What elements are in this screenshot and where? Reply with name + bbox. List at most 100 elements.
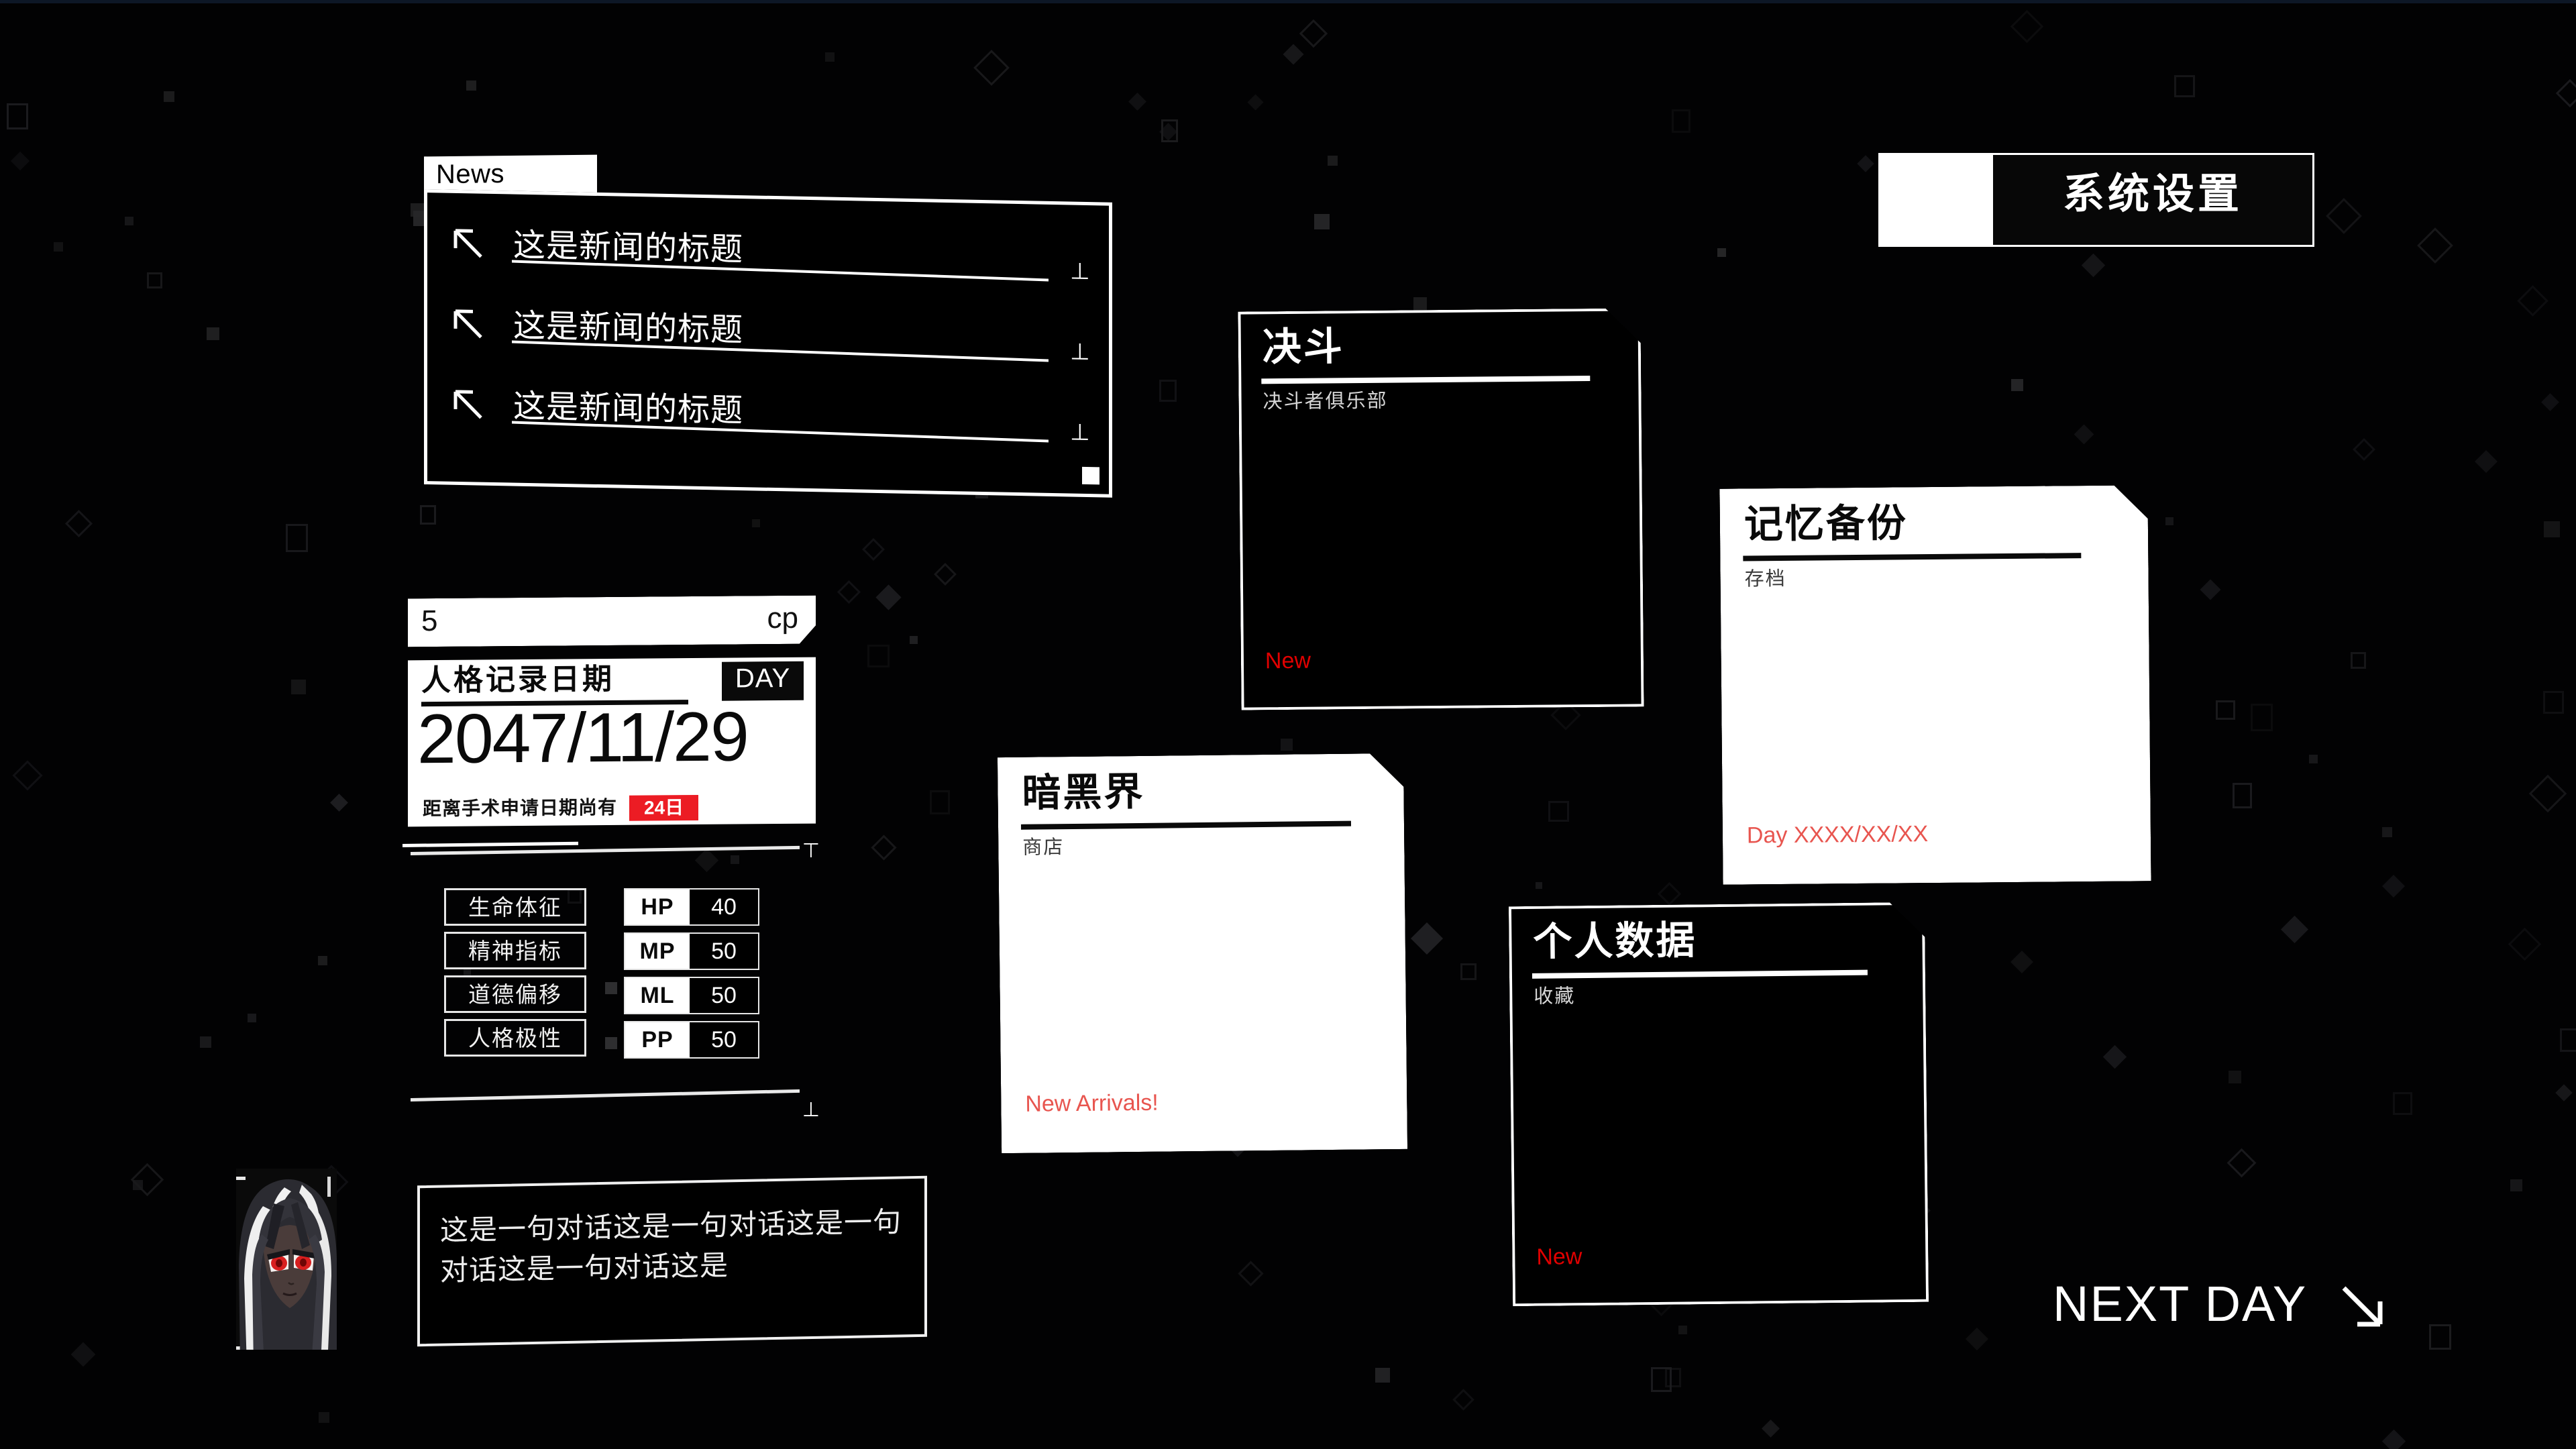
bg-particle bbox=[2251, 704, 2273, 731]
bg-particle bbox=[2081, 253, 2106, 278]
bg-particle bbox=[2393, 1092, 2412, 1115]
day-chip: DAY bbox=[722, 661, 804, 701]
bg-particle bbox=[1128, 93, 1146, 111]
bg-particle bbox=[1375, 1368, 1390, 1383]
system-settings-button[interactable]: 系统设置 bbox=[1878, 153, 2314, 247]
bg-particle bbox=[2165, 517, 2174, 525]
dialogue-area: 这是一句对话这是一句对话这是一句对话这是一句对话这是 bbox=[236, 1169, 947, 1356]
menu-card-memory-backup[interactable]: 记忆备份 存档 Day XXXX/XX/XX bbox=[1719, 485, 2151, 885]
bg-particle bbox=[871, 835, 897, 861]
card-badge: New bbox=[1265, 647, 1311, 674]
bg-particle bbox=[330, 794, 348, 812]
bg-particle bbox=[1281, 739, 1293, 751]
stat-name-column: 生命体征 精神指标 道德偏移 人格极性 bbox=[444, 888, 586, 1063]
menu-card-duel[interactable]: 决斗 决斗者俱乐部 New bbox=[1238, 308, 1644, 710]
bg-particle bbox=[2010, 9, 2044, 44]
stat-key-label: HP bbox=[641, 894, 674, 920]
stat-number: 50 bbox=[690, 1022, 758, 1057]
stat-name-item[interactable]: 生命体征 bbox=[444, 888, 586, 926]
bg-particle bbox=[2280, 915, 2309, 944]
stat-name-label: 道德偏移 bbox=[468, 981, 562, 1007]
stat-number-label: 40 bbox=[711, 894, 737, 920]
bg-particle bbox=[1672, 109, 1690, 133]
stat-name-item[interactable]: 精神指标 bbox=[444, 932, 586, 969]
bg-particle bbox=[70, 1342, 96, 1367]
bg-particle bbox=[64, 509, 93, 538]
news-scroll-indicator[interactable] bbox=[1082, 466, 1099, 485]
stat-name-label: 人格极性 bbox=[468, 1025, 562, 1051]
stats-dot bbox=[605, 982, 617, 994]
stat-name-item[interactable]: 人格极性 bbox=[444, 1019, 586, 1057]
cp-bar: 5 cp bbox=[408, 596, 816, 647]
bg-particle bbox=[2544, 521, 2560, 537]
surgery-countdown-note: 距离手术申请日期尚有 bbox=[423, 796, 618, 820]
bg-particle bbox=[147, 272, 162, 288]
bg-particle bbox=[934, 563, 957, 586]
stats-tick-bottom: ⊥ bbox=[802, 1099, 820, 1121]
bg-particle bbox=[125, 217, 133, 225]
card-title: 暗黑界 bbox=[1022, 769, 1145, 815]
bg-particle bbox=[2555, 78, 2576, 108]
menu-card-personal-data[interactable]: 个人数据 收藏 New bbox=[1509, 902, 1929, 1306]
bg-particle bbox=[2011, 379, 2023, 391]
bg-particle bbox=[1452, 1389, 1474, 1411]
card-badge: New bbox=[1536, 1244, 1582, 1270]
stat-name-item[interactable]: 道德偏移 bbox=[444, 975, 586, 1013]
next-day-button[interactable]: NEXT DAY bbox=[2053, 1275, 2442, 1348]
bg-particle bbox=[2351, 652, 2366, 669]
bg-particle bbox=[1548, 801, 1569, 822]
dialogue-box[interactable]: 这是一句对话这是一句对话这是一句对话这是一句对话这是 bbox=[417, 1175, 927, 1347]
bg-particle bbox=[1314, 214, 1330, 229]
bg-particle bbox=[1460, 963, 1477, 980]
stats-top-divider-accent bbox=[402, 841, 578, 847]
bg-particle bbox=[7, 103, 28, 129]
bg-particle bbox=[1299, 19, 1328, 48]
card-subtitle: 决斗者俱乐部 bbox=[1263, 390, 1388, 413]
news-item-underline bbox=[512, 421, 1049, 443]
bg-particle bbox=[1536, 882, 1542, 889]
game-screen: News 这是新闻的标题 ⊥ 这是新闻的标题 ⊥ 这是新闻的标题 ⊥ 5 cp … bbox=[0, 0, 2576, 1449]
bg-particle bbox=[1762, 1419, 1780, 1438]
bg-particle bbox=[2326, 198, 2362, 234]
countdown-badge: 24日 bbox=[629, 794, 699, 821]
bg-particle bbox=[10, 151, 30, 171]
bg-particle bbox=[2010, 951, 2033, 973]
card-subtitle: 商店 bbox=[1022, 837, 1065, 859]
bg-particle bbox=[200, 1036, 211, 1048]
bg-particle bbox=[875, 584, 902, 610]
bg-particle bbox=[1651, 1367, 1672, 1392]
stats-bottom-divider bbox=[411, 1089, 800, 1102]
bg-particle bbox=[420, 505, 436, 525]
bg-particle bbox=[2226, 1148, 2257, 1178]
settings-label: 系统设置 bbox=[2062, 171, 2243, 217]
stat-number: 50 bbox=[690, 978, 758, 1013]
bg-particle bbox=[133, 1180, 143, 1190]
bg-particle bbox=[466, 80, 476, 91]
news-item[interactable]: 这是新闻的标题 ⊥ bbox=[453, 378, 1090, 451]
bg-particle bbox=[2102, 1044, 2127, 1069]
bg-particle bbox=[1161, 119, 1178, 142]
card-subtitle: 存档 bbox=[1744, 568, 1786, 590]
bg-particle bbox=[2555, 1084, 2573, 1102]
news-item[interactable]: 这是新闻的标题 ⊥ bbox=[453, 298, 1090, 370]
character-portrait bbox=[236, 1169, 337, 1350]
card-title: 决斗 bbox=[1262, 325, 1345, 370]
news-panel[interactable]: News 这是新闻的标题 ⊥ 这是新闻的标题 ⊥ 这是新闻的标题 ⊥ bbox=[424, 154, 1115, 498]
card-title: 个人数据 bbox=[1533, 918, 1697, 964]
stat-key-label: MP bbox=[639, 938, 676, 964]
bg-particle bbox=[2528, 774, 2567, 813]
stat-number: 40 bbox=[690, 890, 758, 924]
bg-particle bbox=[752, 519, 760, 527]
current-date: 2047/11/29 bbox=[417, 698, 748, 779]
news-item[interactable]: 这是新闻的标题 ⊥ bbox=[453, 217, 1090, 290]
bg-particle bbox=[2541, 393, 2559, 411]
news-item-underline bbox=[512, 340, 1049, 362]
bg-particle bbox=[2074, 424, 2094, 445]
menu-card-shop[interactable]: 暗黑界 商店 New Arrivals! bbox=[998, 753, 1407, 1153]
bg-particle bbox=[1328, 156, 1338, 166]
arrow-up-left-icon bbox=[453, 309, 484, 340]
bg-particle bbox=[1665, 1368, 1681, 1387]
bg-particle bbox=[973, 50, 1010, 86]
stats-dot bbox=[605, 1037, 617, 1049]
bg-particle bbox=[2216, 700, 2235, 720]
